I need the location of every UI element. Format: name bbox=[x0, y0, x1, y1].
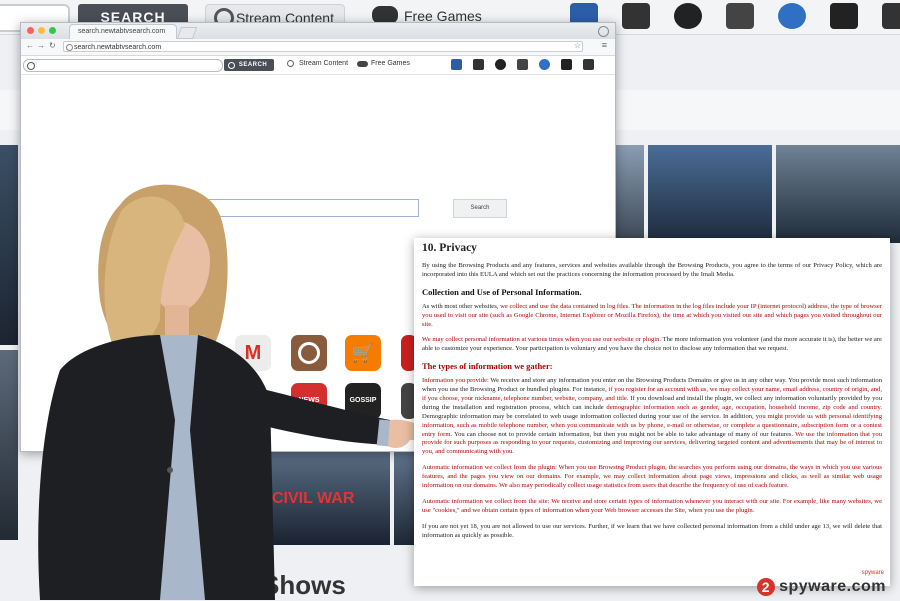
highlighted-text: demographic information such as gender, … bbox=[606, 403, 882, 411]
paragraph-log-files: As with most other websites, we collect … bbox=[422, 303, 882, 330]
paragraph-children: If you are not yet 18, you are not allow… bbox=[422, 522, 882, 539]
watermark-logo-number: 2 bbox=[756, 577, 775, 596]
background-toolbar-icons bbox=[570, 3, 900, 29]
browser-titlebar: search.newtabtvsearch.com bbox=[21, 23, 615, 39]
movie-tile[interactable] bbox=[614, 145, 644, 243]
toolbar-search-input[interactable] bbox=[23, 59, 223, 72]
address-bar-row: ← → ↻ search.newtabtvsearch.com ☆ ≡ bbox=[21, 39, 615, 56]
section-title-collection: Collection and Use of Personal Informati… bbox=[422, 286, 582, 297]
profile-icon[interactable] bbox=[598, 26, 609, 37]
movie-tile[interactable] bbox=[394, 450, 414, 545]
stream-icon bbox=[287, 60, 294, 67]
browser-window-icon[interactable] bbox=[517, 59, 528, 70]
gmail-app-tile[interactable]: M bbox=[235, 335, 271, 371]
gamepad-icon bbox=[357, 61, 368, 67]
movie-tile[interactable] bbox=[776, 145, 900, 243]
document-intro: By using the Browsing Products and any f… bbox=[422, 262, 882, 278]
people-icon[interactable] bbox=[539, 59, 550, 70]
reload-icon[interactable]: ↻ bbox=[49, 41, 56, 50]
movie-tile[interactable]: CIVIL WAR bbox=[262, 450, 390, 545]
film-icon[interactable] bbox=[451, 59, 462, 70]
camera-icon bbox=[298, 342, 320, 364]
url-text: search.newtabtvsearch.com bbox=[74, 44, 162, 51]
search-icon bbox=[228, 62, 235, 69]
movie-tile[interactable] bbox=[0, 350, 18, 540]
page-info-icon[interactable] bbox=[66, 44, 73, 51]
paragraph-personal-info: We may collect personal information at v… bbox=[422, 336, 882, 354]
main-search-input[interactable] bbox=[181, 199, 419, 217]
stream-content-button[interactable]: Stream Content bbox=[287, 60, 348, 67]
instagram-app-tile[interactable] bbox=[291, 335, 327, 371]
free-games-label: Free Games bbox=[371, 60, 410, 67]
browser-window-icon[interactable] bbox=[726, 3, 754, 29]
mail-icon[interactable] bbox=[561, 59, 572, 70]
search-icon bbox=[27, 62, 35, 70]
text-span: Demographic information may be correlate… bbox=[422, 412, 756, 420]
watermark-small-text: spyware bbox=[861, 569, 884, 576]
document-heading: 10. Privacy bbox=[422, 242, 477, 254]
civil-war-title: CIVIL WAR bbox=[272, 490, 355, 507]
browser-tab[interactable]: search.newtabtvsearch.com bbox=[69, 24, 177, 39]
people-icon[interactable] bbox=[778, 3, 806, 29]
movie-tile[interactable] bbox=[0, 145, 18, 345]
forward-icon[interactable]: → bbox=[37, 41, 45, 50]
tv-icon[interactable] bbox=[622, 3, 650, 29]
movie-tile[interactable] bbox=[648, 145, 772, 243]
main-search-button[interactable]: Search bbox=[453, 199, 507, 218]
tv-icon[interactable] bbox=[473, 59, 484, 70]
text-span: You can choose not to provide certain in… bbox=[452, 430, 796, 438]
menu-icon[interactable]: ≡ bbox=[602, 40, 607, 50]
bookmark-star-icon[interactable]: ☆ bbox=[574, 41, 581, 50]
text-span: As with most other websites, bbox=[422, 302, 501, 310]
mail-icon[interactable] bbox=[830, 3, 858, 29]
stream-content-label: Stream Content bbox=[299, 60, 349, 67]
highlighted-text: Information you provide bbox=[422, 377, 487, 385]
gossip-app-tile[interactable]: GOSSIP bbox=[345, 383, 381, 419]
cart-icon[interactable] bbox=[882, 3, 900, 29]
paragraph-automatic-plugin: Automatic information we collect from th… bbox=[422, 464, 882, 490]
news-app-tile[interactable]: NEWS bbox=[291, 383, 327, 419]
privacy-policy-document: 10. Privacy By using the Browsing Produc… bbox=[414, 238, 890, 586]
maximize-window-button[interactable] bbox=[49, 27, 56, 34]
toolbar-search-button[interactable]: SEARCH bbox=[224, 59, 274, 71]
new-tab-button[interactable] bbox=[176, 27, 198, 39]
basketball-icon[interactable] bbox=[674, 3, 702, 29]
back-icon[interactable]: ← bbox=[26, 41, 34, 50]
basketball-icon[interactable] bbox=[495, 59, 506, 70]
tab-title: search.newtabtvsearch.com bbox=[78, 28, 166, 35]
free-games-button[interactable]: Free Games bbox=[357, 60, 410, 67]
cart-icon[interactable] bbox=[583, 59, 594, 70]
address-bar[interactable]: search.newtabtvsearch.com bbox=[63, 41, 583, 52]
watermark-logo-text: spyware.com bbox=[779, 577, 886, 595]
hijacker-toolbar: SEARCH Stream Content Free Games bbox=[21, 56, 615, 75]
minimize-window-button[interactable] bbox=[38, 27, 45, 34]
toolbar-icons bbox=[451, 59, 594, 70]
toolbar-search-label: SEARCH bbox=[238, 62, 268, 68]
shop-app-tile[interactable]: 🛒 bbox=[345, 335, 381, 371]
shows-heading: Shows bbox=[262, 570, 346, 600]
close-window-button[interactable] bbox=[27, 27, 34, 34]
watermark: spyware 2 spyware.com bbox=[756, 570, 886, 596]
highlighted-text: We may collect personal information at v… bbox=[422, 336, 662, 344]
paragraph-automatic-site: Automatic information we collect from th… bbox=[422, 497, 882, 514]
cart-icon: 🛒 bbox=[351, 343, 375, 363]
paragraph-information-you-provide: Information you provide: We receive and … bbox=[422, 377, 882, 457]
section-title-types: The types of information we gather: bbox=[422, 361, 553, 372]
